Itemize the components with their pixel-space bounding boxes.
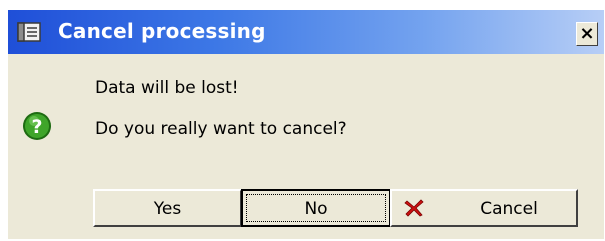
title-bar[interactable]: Cancel processing × [8, 10, 604, 54]
svg-text:?: ? [31, 116, 42, 138]
window-title: Cancel processing [58, 19, 266, 43]
close-icon: × [579, 23, 595, 44]
question-icon: ? [23, 112, 51, 140]
cancel-button[interactable]: Cancel [390, 189, 578, 227]
message-line-1: Data will be lost! [95, 78, 239, 98]
window-icon [17, 22, 41, 42]
red-x-icon [404, 199, 424, 217]
close-button[interactable]: × [576, 22, 598, 46]
cancel-button-label: Cancel [480, 199, 538, 219]
no-button[interactable]: No [241, 189, 391, 227]
yes-button-label: Yes [153, 199, 182, 219]
no-button-label: No [304, 199, 328, 219]
yes-button[interactable]: Yes [93, 189, 242, 227]
dialog-window: Cancel processing × ? Data will be lost!… [8, 10, 604, 239]
message-line-2: Do you really want to cancel? [95, 119, 347, 139]
